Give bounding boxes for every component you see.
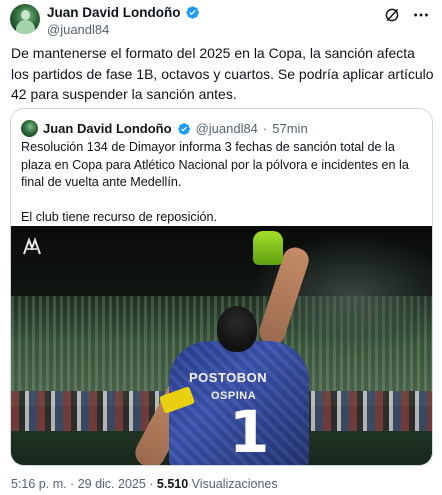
club-watermark-logo [21, 236, 43, 258]
quoted-author-avatar [21, 120, 38, 137]
author-handle[interactable]: @juandl84 [47, 22, 109, 37]
more-options-icon[interactable] [412, 7, 430, 23]
quoted-tweet-time: 57min [272, 121, 308, 136]
views-count: 5.510 [156, 477, 189, 491]
quoted-tweet-photo[interactable]: POSTOBON OSPINA 1 [11, 226, 432, 466]
grok-icon[interactable] [384, 7, 400, 23]
author-name[interactable]: Juan David Londoño [47, 5, 181, 20]
author-avatar[interactable] [10, 4, 40, 34]
tweet-text: De mantenerse el formato del 2025 en la … [11, 45, 434, 102]
views-label: Visualizaciones [188, 477, 278, 491]
author-name-row[interactable]: Juan David Londoño [47, 5, 200, 20]
verified-badge-icon [177, 122, 190, 135]
quoted-author-name: Juan David Londoño [43, 121, 172, 136]
quoted-author-handle: @juandl84 [195, 121, 258, 136]
verified-badge-icon [185, 6, 199, 19]
tweet-header: Juan David Londoño @juandl84 [10, 4, 432, 40]
quoted-tweet-paragraph-2: El club tiene recurso de reposición. [21, 209, 218, 224]
goalkeeper-figure: POSTOBON OSPINA 1 [130, 231, 331, 466]
timestamp-text[interactable]: 5:16 p. m. · 29 dic. 2025 · [11, 477, 157, 491]
meta-separator: · [262, 121, 268, 136]
tweet-timestamp[interactable]: 5:16 p. m. · 29 dic. 2025 · 5.510 Visual… [11, 477, 278, 491]
player-head [217, 306, 257, 352]
goalkeeper-glove [253, 231, 283, 265]
quoted-tweet-paragraph-1: Resolución 134 de Dimayor informa 3 fech… [21, 140, 409, 189]
jersey-number: 1 [229, 398, 270, 466]
jersey-sponsor-text: POSTOBON [189, 370, 268, 385]
quoted-tweet-header: Juan David Londoño @juandl84 · 57min [21, 120, 308, 137]
quoted-tweet-card[interactable]: Juan David Londoño @juandl84 · 57min Res… [10, 108, 433, 466]
